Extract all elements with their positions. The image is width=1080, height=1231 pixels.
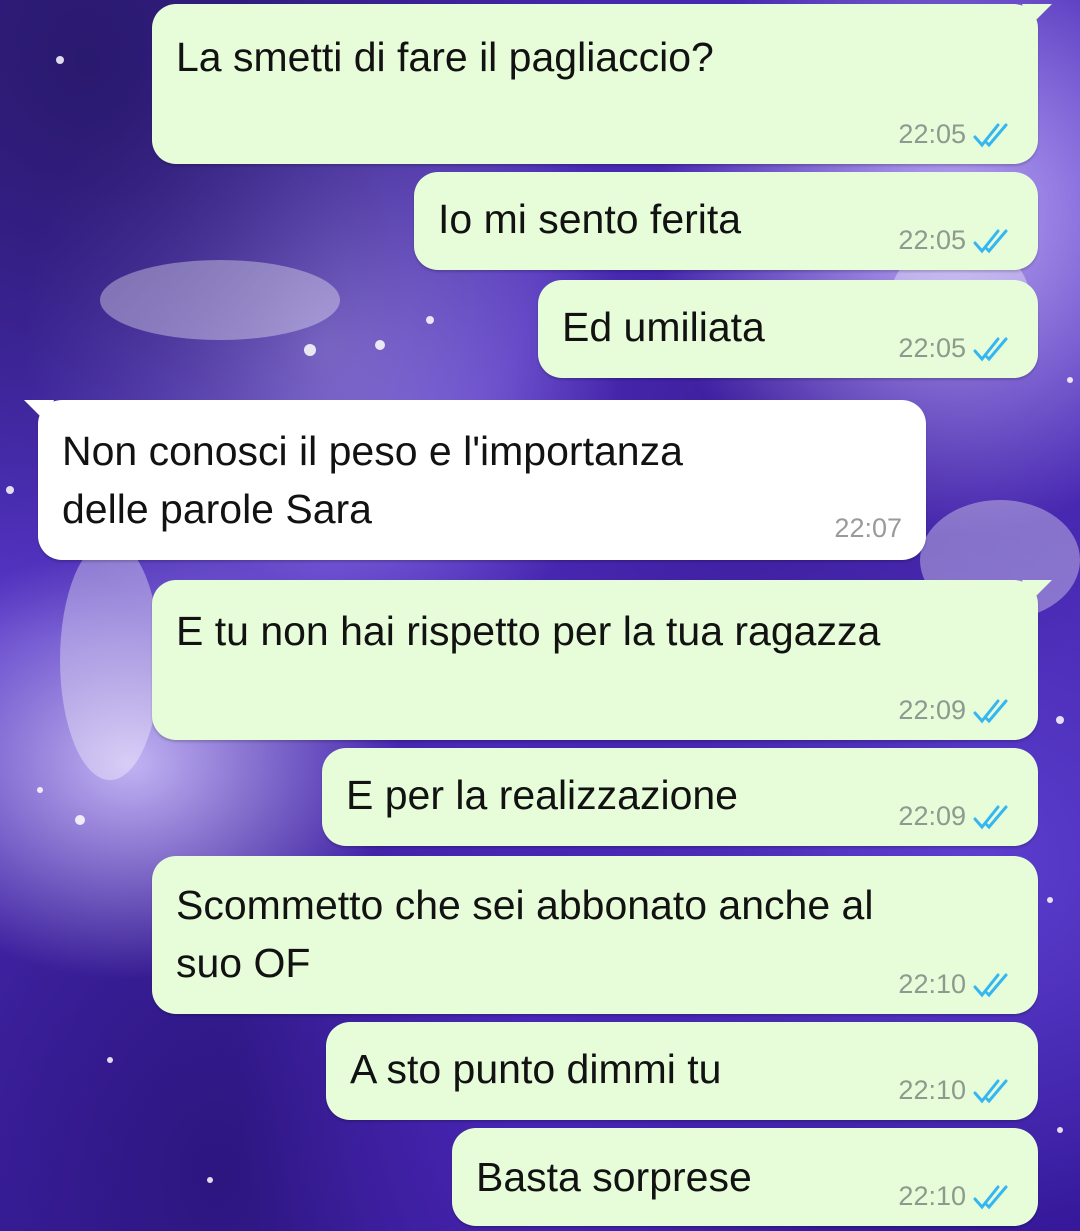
read-double-check-icon: [973, 229, 1008, 253]
message-text: Scommetto che sei abbonato anche al suo …: [176, 882, 874, 986]
bubble-tail: [1022, 4, 1052, 26]
message-bubble-outgoing[interactable]: Ed umiliata 22:05: [538, 280, 1038, 378]
message-bubble-outgoing[interactable]: Io mi sento ferita 22:05: [414, 172, 1038, 270]
message-text: A sto punto dimmi tu: [350, 1046, 722, 1092]
message-text: Io mi sento ferita: [438, 196, 742, 242]
message-time: 22:09: [898, 801, 966, 831]
message-meta: 22:05: [898, 119, 1014, 150]
message-meta: 22:10: [898, 969, 1014, 1000]
message-bubble-outgoing[interactable]: Basta sorprese 22:10: [452, 1128, 1038, 1226]
message-meta: 22:09: [898, 695, 1014, 726]
bubble-tail: [1022, 580, 1052, 602]
message-time: 22:09: [898, 695, 966, 725]
message-meta: 22:07: [834, 513, 902, 544]
message-text: Non conosci il peso e l'importanza delle…: [62, 428, 683, 532]
message-meta: 22:05: [898, 225, 1014, 256]
message-bubble-outgoing[interactable]: La smetti di fare il pagliaccio? 22:05: [152, 4, 1052, 164]
message-time: 22:10: [898, 1181, 966, 1211]
read-double-check-icon: [973, 699, 1008, 723]
message-time: 22:05: [898, 333, 966, 363]
message-bubble-outgoing[interactable]: E tu non hai rispetto per la tua ragazza…: [152, 580, 1052, 740]
read-double-check-icon: [973, 1079, 1008, 1103]
read-double-check-icon: [973, 337, 1008, 361]
read-double-check-icon: [973, 973, 1008, 997]
message-time: 22:05: [898, 119, 966, 149]
message-bubble-outgoing[interactable]: Scommetto che sei abbonato anche al suo …: [152, 856, 1038, 1014]
read-double-check-icon: [973, 805, 1008, 829]
message-meta: 22:10: [898, 1075, 1014, 1106]
message-text: Ed umiliata: [562, 304, 765, 350]
message-bubble-incoming[interactable]: Non conosci il peso e l'importanza delle…: [24, 400, 926, 560]
message-meta: 22:05: [898, 333, 1014, 364]
message-time: 22:10: [898, 1075, 966, 1105]
message-text: Basta sorprese: [476, 1154, 752, 1200]
message-text: E tu non hai rispetto per la tua ragazza: [176, 608, 881, 654]
read-double-check-icon: [973, 123, 1008, 147]
message-meta: 22:09: [898, 801, 1014, 832]
message-bubble-outgoing[interactable]: E per la realizzazione 22:09: [322, 748, 1038, 846]
message-text: La smetti di fare il pagliaccio?: [176, 34, 714, 80]
read-double-check-icon: [973, 1185, 1008, 1209]
message-bubble-outgoing[interactable]: A sto punto dimmi tu 22:10: [326, 1022, 1038, 1120]
message-time: 22:10: [898, 969, 966, 999]
message-time: 22:05: [898, 225, 966, 255]
bubble-tail: [24, 400, 54, 422]
message-text: E per la realizzazione: [346, 772, 738, 818]
message-time: 22:07: [834, 513, 902, 543]
message-meta: 22:10: [898, 1181, 1014, 1212]
